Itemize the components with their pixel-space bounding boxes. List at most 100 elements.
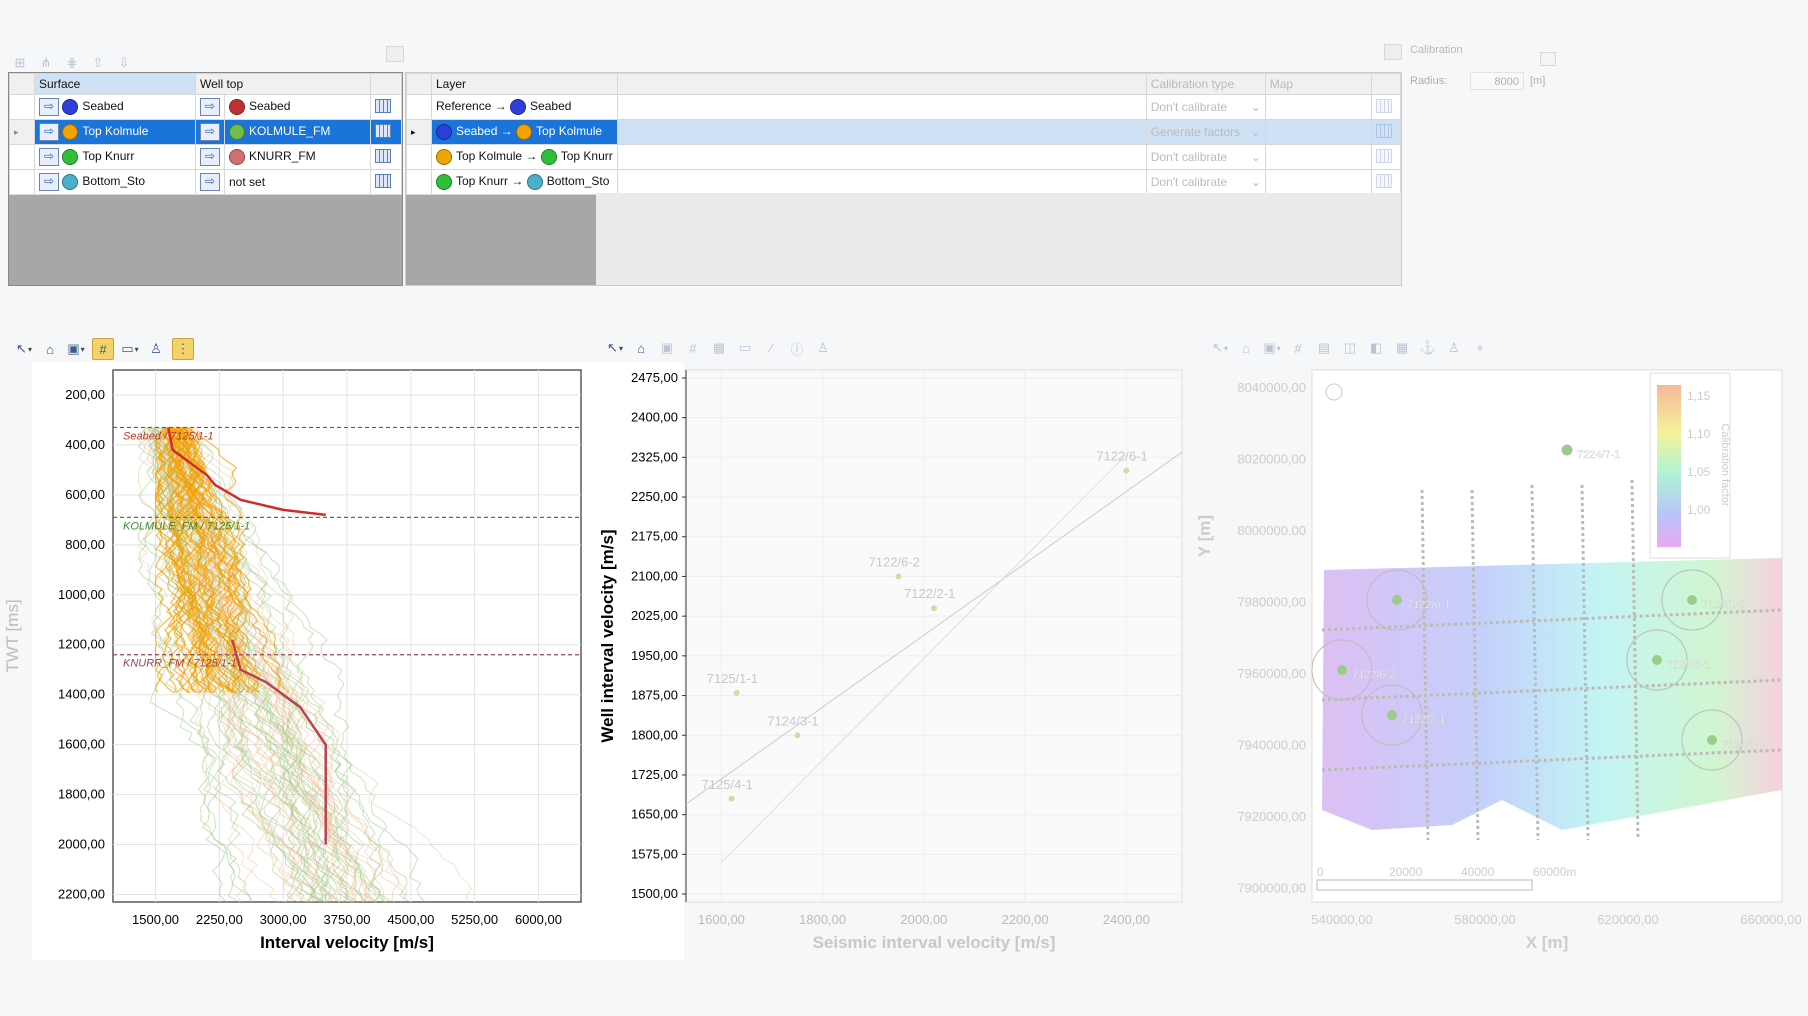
view-all-icon[interactable]: ⌂ [631, 338, 651, 358]
view-all-icon[interactable]: ⌂ [1236, 338, 1256, 358]
grid-icon[interactable]: # [92, 338, 114, 360]
drop-arrow-icon[interactable]: ⇨ [39, 123, 59, 141]
spreadsheet-icon[interactable] [1376, 148, 1392, 163]
legend-icon[interactable]: ▭ [735, 338, 755, 358]
pointer-icon[interactable]: ↖ [605, 338, 625, 358]
well-filter-icon[interactable]: ♙ [146, 339, 166, 359]
split-icon[interactable]: ⋔ [36, 53, 56, 73]
table-cell-action[interactable] [1371, 169, 1401, 195]
table-cell-action[interactable] [1371, 94, 1401, 120]
drop-arrow-icon[interactable]: ⇨ [39, 98, 59, 116]
layer-cell[interactable]: Reference → Seabed [431, 94, 618, 120]
layer-cell[interactable]: Top Kolmule → Top Knurr [431, 144, 618, 170]
view-all-icon[interactable]: ⌂ [40, 339, 60, 359]
calibration-checkbox[interactable] [1384, 44, 1402, 60]
chevron-down-icon[interactable]: ⌄ [1251, 125, 1261, 139]
chevron-down-icon[interactable]: ⌄ [1251, 150, 1261, 164]
well-top-cell[interactable]: not set [224, 169, 371, 195]
map-legend-icon[interactable]: ▤ [1314, 338, 1334, 358]
pointer-icon[interactable]: ↖ [1210, 338, 1230, 358]
drop-arrow-icon[interactable]: ⇨ [39, 148, 59, 166]
well-top-drop[interactable]: ⇨ [195, 169, 225, 195]
table-row[interactable]: Reference → Seabed Don't calibrate ⌄ [406, 94, 1401, 120]
calibration-type-dropdown[interactable]: Don't calibrate ⌄ [1145, 169, 1266, 195]
table-row[interactable]: ⇨ Seabed ⇨ Seabed [9, 94, 402, 120]
table-icon[interactable]: ▦ [709, 338, 729, 358]
surface-cell[interactable]: ⇨ Top Knurr [34, 144, 196, 170]
calibration-type-dropdown[interactable]: Generate factors ⌄ [1145, 119, 1266, 145]
well-top-cell[interactable]: KNURR_FM [224, 144, 371, 170]
calibration-factor-map[interactable]: 540000,00 580000,00 620000,00 660000,00 8040… [1180, 362, 1808, 962]
surface-cell[interactable]: ⇨ Bottom_Sto [34, 169, 196, 195]
panel-toggle-icon[interactable] [386, 46, 404, 62]
drop-arrow-icon[interactable]: ⇨ [39, 173, 59, 191]
table-row[interactable]: ▸ Seabed → Top Kolmule Generate factors … [406, 119, 1401, 145]
well-filter-icon[interactable]: ♙ [813, 338, 833, 358]
column-header-well-top[interactable]: Well top [195, 73, 371, 95]
velocity-crossplot[interactable]: 1600,00 1800,00 2000,00 2200,00 2400,00 2475,… [580, 362, 1200, 962]
well-top-drop[interactable]: ⇨ [195, 144, 225, 170]
drop-arrow-icon[interactable]: ⇨ [200, 98, 220, 116]
layout-icon[interactable]: ▣ [66, 339, 86, 359]
radius-input[interactable]: 8000 [1470, 72, 1524, 90]
ruler-icon[interactable]: ∕ [761, 338, 781, 358]
surface-cell[interactable]: ⇨ Seabed [34, 94, 196, 120]
move-up-icon[interactable]: ⇧ [88, 53, 108, 73]
spreadsheet-icon[interactable] [1376, 98, 1392, 113]
layout-icon[interactable]: ▣ [657, 338, 677, 358]
merge-icon[interactable]: ⋕ [62, 53, 82, 73]
options-icon[interactable] [1540, 52, 1556, 66]
calibration-type-dropdown[interactable]: Don't calibrate ⌄ [1145, 144, 1266, 170]
tree-icon[interactable]: ⊞ [10, 53, 30, 73]
grid-icon[interactable]: # [1288, 338, 1308, 358]
spreadsheet-icon[interactable] [375, 123, 391, 138]
table-row[interactable]: ▸ ⇨ Top Kolmule ⇨ KOLMULE_FM [9, 119, 402, 145]
well-top-cell[interactable]: Seabed [224, 94, 371, 120]
mesh-icon[interactable]: ▦ [1392, 338, 1412, 358]
well-top-cell[interactable]: KOLMULE_FM [224, 119, 371, 145]
calibration-type-dropdown[interactable]: Don't calibrate ⌄ [1145, 94, 1266, 120]
table-cell-action[interactable] [1371, 144, 1401, 170]
map-cell[interactable] [1264, 94, 1373, 120]
table-row[interactable]: Top Knurr → Bottom_Sto Don't calibrate ⌄ [406, 169, 1401, 195]
info-icon[interactable]: ⓘ [787, 338, 807, 358]
well-top-drop[interactable]: ⇨ [195, 94, 225, 120]
drop-arrow-icon[interactable]: ⇨ [200, 148, 220, 166]
legend-icon[interactable]: ▭ [120, 339, 140, 359]
table-row[interactable]: ⇨ Top Knurr ⇨ KNURR_FM [9, 144, 402, 170]
pointer-icon[interactable]: ↖ [14, 339, 34, 359]
tops-icon[interactable]: ⋮ [172, 338, 194, 360]
anchor-icon[interactable]: ⚓ [1418, 338, 1438, 358]
drop-arrow-icon[interactable]: ⇨ [200, 173, 220, 191]
spreadsheet-icon[interactable] [375, 173, 391, 188]
well-label-icon[interactable]: ⌖ [1470, 338, 1490, 358]
layer-cell[interactable]: Top Knurr → Bottom_Sto [431, 169, 618, 195]
spreadsheet-icon[interactable] [375, 148, 391, 163]
well-filter-icon[interactable]: ♙ [1444, 338, 1464, 358]
move-down-icon[interactable]: ⇩ [114, 53, 134, 73]
table-cell-action[interactable] [370, 144, 402, 170]
layer-cell[interactable]: Seabed → Top Kolmule [431, 119, 618, 145]
drop-arrow-icon[interactable]: ⇨ [200, 123, 220, 141]
map-cell[interactable] [1264, 144, 1373, 170]
spreadsheet-icon[interactable] [375, 98, 391, 113]
layout-icon[interactable]: ▣ [1262, 338, 1282, 358]
table-cell-action[interactable] [370, 119, 402, 145]
table-row[interactable]: ⇨ Bottom_Sto ⇨ not set [9, 169, 402, 195]
palette-icon[interactable]: ◧ [1366, 338, 1386, 358]
column-header-surface[interactable]: Surface [34, 73, 196, 95]
spreadsheet-icon[interactable] [1376, 173, 1392, 188]
chevron-down-icon[interactable]: ⌄ [1251, 100, 1261, 114]
map-cell[interactable] [1264, 169, 1373, 195]
contour-icon[interactable]: ◫ [1340, 338, 1360, 358]
table-cell-action[interactable] [370, 94, 402, 120]
column-header-map[interactable]: Map [1264, 73, 1373, 95]
column-header-calibration-type[interactable]: Calibration type [1145, 73, 1266, 95]
column-header-layer[interactable]: Layer [431, 73, 618, 95]
chevron-down-icon[interactable]: ⌄ [1251, 175, 1261, 189]
table-row[interactable]: Top Kolmule → Top Knurr Don't calibrate … [406, 144, 1401, 170]
surface-cell[interactable]: ⇨ Top Kolmule [34, 119, 196, 145]
grid-icon[interactable]: # [683, 338, 703, 358]
well-top-drop[interactable]: ⇨ [195, 119, 225, 145]
spreadsheet-icon[interactable] [1376, 123, 1392, 138]
